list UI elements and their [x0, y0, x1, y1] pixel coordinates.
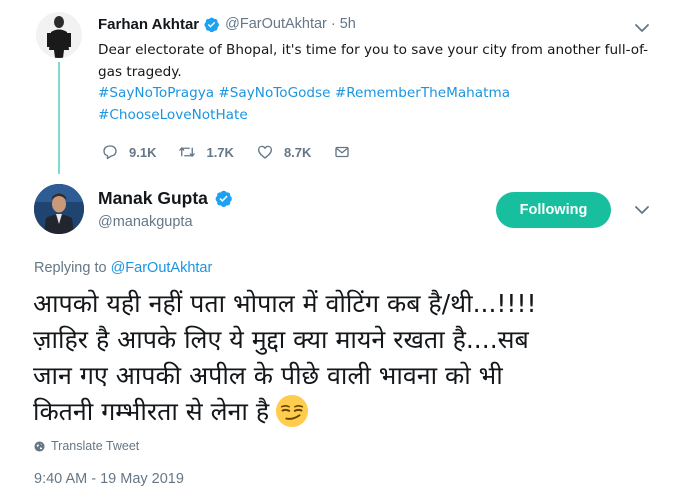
- tweet-text-line: कितनी गम्भीरता से लेना है: [33, 397, 270, 426]
- hashtag-link[interactable]: #ChooseLoveNotHate: [98, 105, 668, 127]
- tweet-text-line: gas tragedy.: [98, 63, 182, 80]
- chevron-down-icon[interactable]: [633, 203, 651, 217]
- author-handle[interactable]: @manakgupta: [98, 214, 193, 230]
- separator-dot: ·: [330, 16, 336, 32]
- reply-button[interactable]: 9.1K: [101, 143, 156, 161]
- retweet-button[interactable]: 1.7K: [178, 143, 234, 161]
- parent-tweet-text: Dear electorate of Bhopal, it's time for…: [98, 40, 668, 127]
- tweet-text-line: Dear electorate of Bhopal, it's time for…: [98, 42, 649, 58]
- tweet-time[interactable]: 5h: [340, 16, 356, 32]
- mention-link[interactable]: @FarOutAkhtar: [111, 260, 213, 276]
- translate-tweet-label: Translate Tweet: [51, 439, 140, 453]
- tweet-text-line: आपको यही नहीं पता भोपाल में वोटिंग कब है…: [33, 289, 537, 318]
- verified-badge-icon: [204, 17, 220, 32]
- tweet-actions: 9.1K 1.7K 8.7K: [101, 141, 373, 163]
- tweet-text-line-with-emoji: कितनी गम्भीरता से लेना है: [33, 394, 683, 430]
- retweet-icon: [179, 147, 196, 157]
- retweet-count: 1.7K: [206, 144, 234, 160]
- globe-icon: [34, 440, 45, 452]
- heart-icon: [257, 145, 272, 159]
- main-tweet-text: आपको यही नहीं पता भोपाल में वोटिंग कब है…: [33, 286, 683, 430]
- author-name[interactable]: Manak Gupta: [98, 188, 208, 209]
- chevron-down-icon[interactable]: [633, 21, 651, 35]
- tweet-text-line: जान गए आपकी अपील के पीछे वाली भावना को भ…: [33, 361, 503, 390]
- author-name[interactable]: Farhan Akhtar: [98, 16, 199, 33]
- thread-line: [58, 62, 60, 174]
- avatar[interactable]: [34, 184, 84, 234]
- author-handle[interactable]: @FarOutAkhtar: [225, 16, 327, 32]
- like-button[interactable]: 8.7K: [256, 143, 311, 161]
- avatar[interactable]: [36, 12, 82, 58]
- parent-tweet-header: Farhan Akhtar @FarOutAkhtar · 5h: [98, 14, 356, 34]
- tweet-text-line: ज़ाहिर है आपके लिए ये मुद्दा क्या मायने …: [33, 325, 529, 354]
- translate-tweet-button[interactable]: Translate Tweet: [34, 439, 139, 453]
- reply-icon: [103, 145, 117, 160]
- tweet-timestamp[interactable]: 9:40 AM - 19 May 2019: [34, 471, 184, 487]
- main-tweet-header: Manak Gupta: [98, 188, 233, 209]
- replying-to-label: Replying to: [34, 260, 107, 276]
- following-button[interactable]: Following: [496, 192, 611, 228]
- hashtag-link[interactable]: #SayNoToPragya #SayNoToGodse #RememberTh…: [98, 83, 668, 105]
- reply-count: 9.1K: [129, 144, 157, 160]
- envelope-icon: [335, 146, 350, 158]
- direct-message-button[interactable]: [333, 143, 351, 161]
- replying-to: Replying to @FarOutAkhtar: [34, 260, 212, 276]
- like-count: 8.7K: [283, 144, 312, 160]
- smirking-face-icon: [276, 394, 309, 428]
- verified-badge-icon: [215, 190, 232, 208]
